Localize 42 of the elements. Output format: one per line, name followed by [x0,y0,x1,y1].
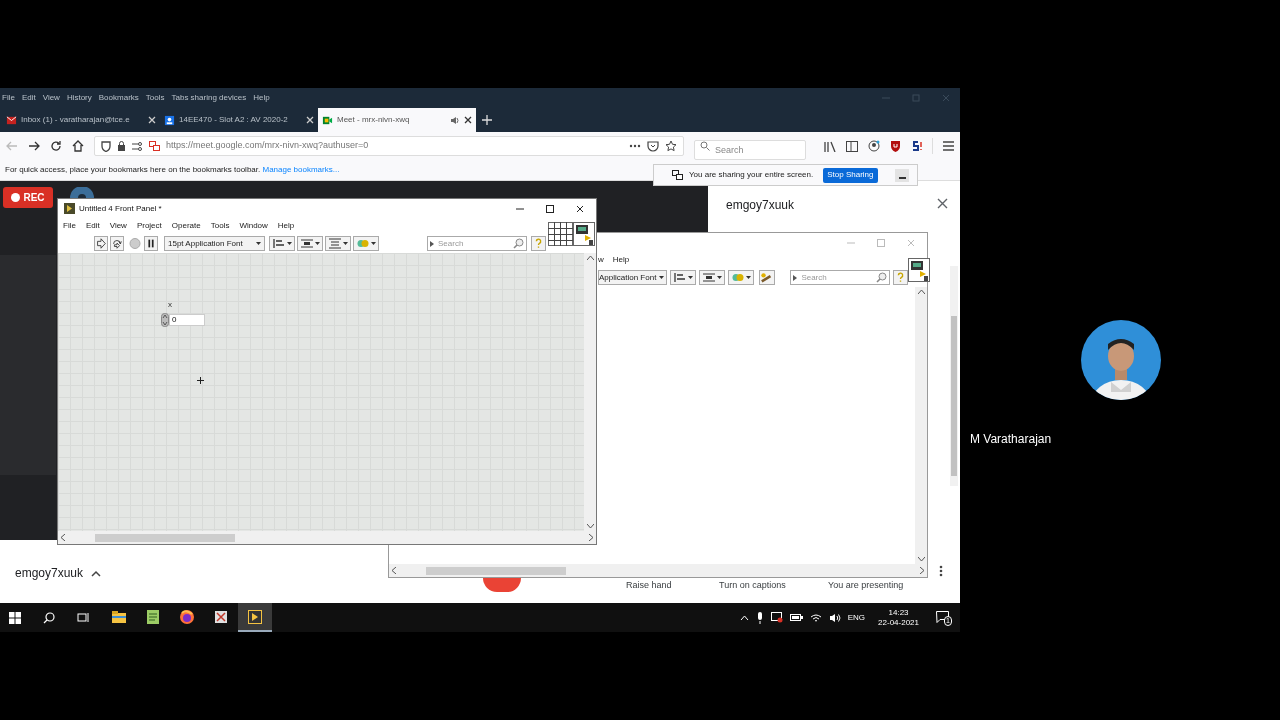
menu-item[interactable]: Project [136,220,162,232]
menu-item[interactable]: Help [277,220,295,232]
participant-name: M Varatharajan [970,431,1052,448]
menu-item[interactable]: Edit [85,220,100,232]
menu-item[interactable]: File [63,220,76,232]
address-bar[interactable]: https://meet.google.com/mrx-nivn-xwq?authuser=0 [94,136,684,156]
menu-item[interactable]: Help [253,92,270,104]
menu-item[interactable]: Tabs sharing devices [171,92,247,104]
menu-item[interactable]: File [2,92,15,104]
search-field[interactable]: Search [427,236,527,251]
menu-item[interactable]: Operate [171,220,201,232]
menu-item[interactable]: w [598,254,604,266]
menu-item[interactable]: Bookmarks [98,92,139,104]
panel-title: emgoy7xuuk [726,197,795,214]
browser-tab[interactable]: Inbox (1) - varatharajan@tce.e [2,108,160,132]
menu-item[interactable]: Window [239,220,268,232]
control-label[interactable]: Raise hand [626,579,672,593]
menu-item[interactable]: Tools [210,220,230,232]
sharing-message: You are sharing your entire screen. [689,169,814,181]
stop-sharing-button[interactable]: Stop Sharing [823,167,878,183]
font-dropdown[interactable]: Application Font [598,270,668,285]
font-dropdown[interactable]: 15pt Application Font [164,236,265,251]
menu-item[interactable]: Tools [145,92,165,104]
menu-item[interactable]: View [109,220,127,232]
recording-badge: REC [3,187,53,208]
menu-item[interactable]: History [66,92,92,104]
search-field[interactable]: Search [790,270,891,285]
bookmarks-hint: For quick access, place your bookmarks here on the bookmarks toolbar. Manage bookmarks... [5,164,340,176]
clock[interactable]: 14:23 22-04-2021 [878,607,919,628]
menu-item[interactable]: Help [612,254,630,266]
browser-tab[interactable]: 14EE470 - Slot A2 : AV 2020-2 [160,108,318,132]
control-label[interactable]: Turn on captions [719,579,786,593]
window-title: Untitled 4 Front Panel * [79,202,162,215]
browser-tab[interactable]: Meet - mrx-nivn-xwq [318,108,476,132]
url-text[interactable]: https://meet.google.com/mrx-nivn-xwq?authuser=0 [166,139,623,153]
menu-item[interactable]: Edit [21,92,36,104]
manage-bookmarks-link[interactable]: Manage bookmarks... [262,165,340,174]
meeting-code[interactable]: emgoy7xuuk [15,564,84,582]
control-label: x [168,299,172,311]
control-label[interactable]: You are presenting [828,579,904,593]
language-indicator[interactable]: ENG [847,611,866,624]
menu-item[interactable]: View [42,92,60,104]
